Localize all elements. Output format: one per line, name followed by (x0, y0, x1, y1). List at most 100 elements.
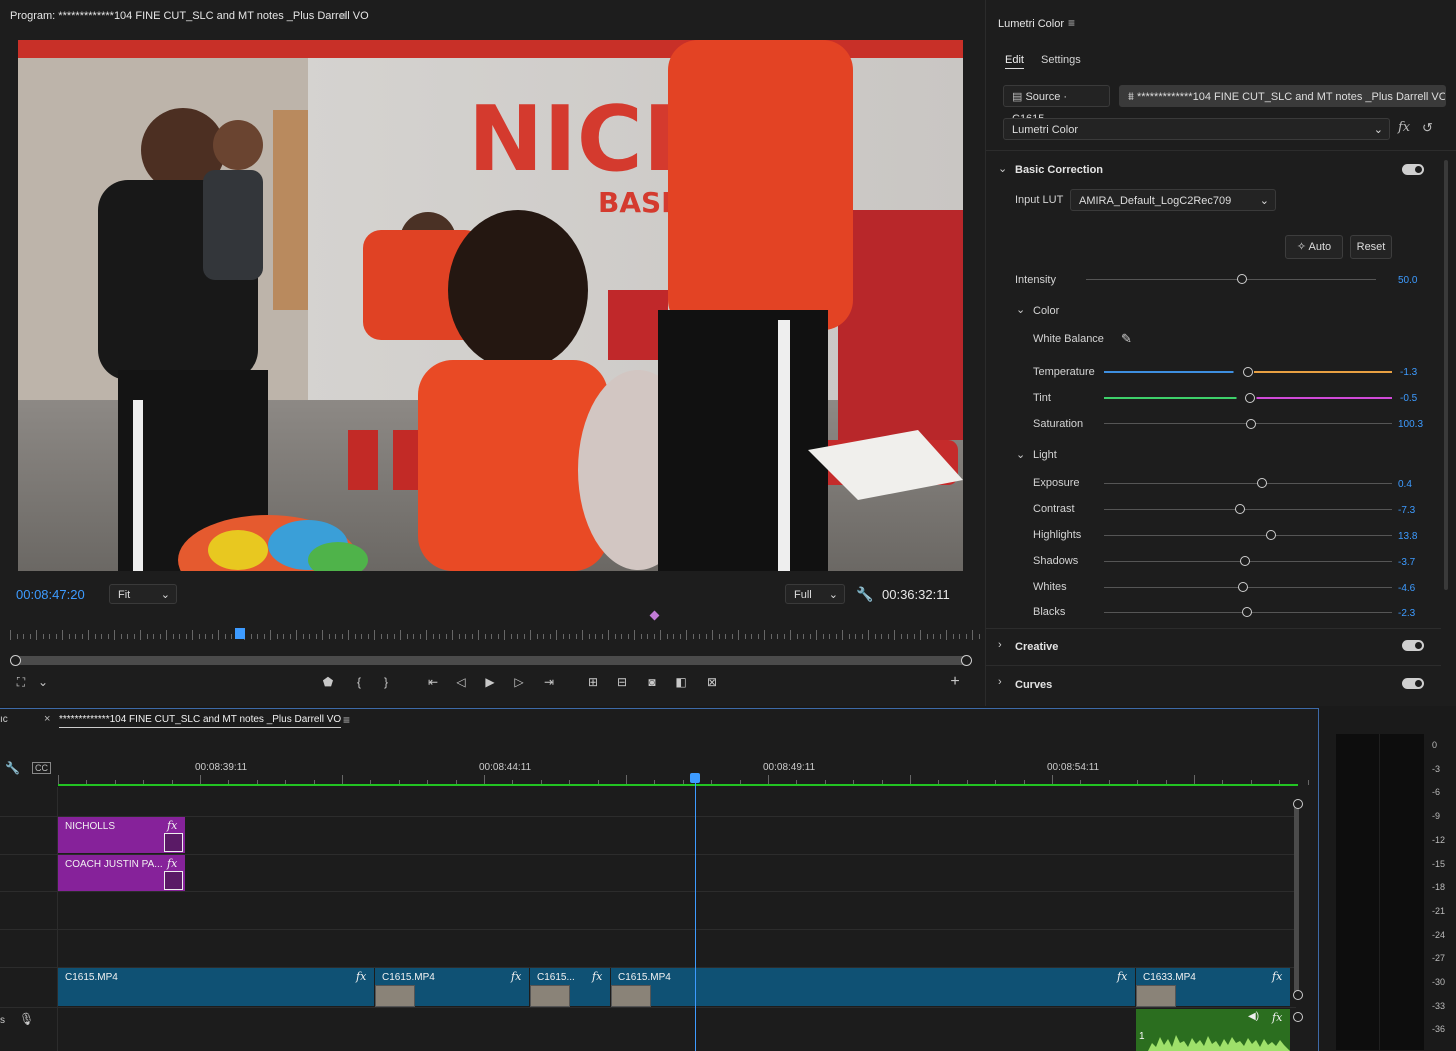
scroll-handle-left[interactable] (10, 655, 21, 666)
shadows-value[interactable]: -3.7 (1398, 557, 1415, 568)
whites-value[interactable]: -4.6 (1398, 583, 1415, 594)
timeline-vertical-scrollbar[interactable] (1294, 805, 1299, 995)
zoom-scrollbar[interactable] (14, 656, 968, 665)
audio-scroll-handle[interactable] (1293, 1012, 1303, 1022)
whites-slider[interactable] (1104, 587, 1392, 588)
go-to-out-icon[interactable]: ⇥ (540, 675, 558, 689)
shadows-slider-knob[interactable] (1240, 556, 1250, 566)
intensity-slider-knob[interactable] (1237, 274, 1247, 284)
proxy-toggle-icon[interactable]: ⊠ (703, 675, 721, 689)
light-section-header[interactable]: Light (1033, 449, 1057, 461)
add-button-icon[interactable]: + (946, 673, 964, 691)
temperature-value[interactable]: -1.3 (1400, 367, 1417, 378)
mark-out-icon[interactable]: } (377, 675, 395, 689)
close-tab-icon[interactable]: × (44, 713, 50, 725)
microphone-icon[interactable]: 🎙 (19, 1012, 34, 1026)
hamburger-icon[interactable]: ≡ (343, 713, 350, 727)
comparison-view-icon[interactable]: ◧ (672, 675, 690, 689)
current-timecode[interactable]: 00:08:47:20 (16, 587, 85, 602)
saturation-value[interactable]: 100.3 (1398, 419, 1423, 430)
go-to-in-icon[interactable]: ⇤ (424, 675, 442, 689)
exposure-slider[interactable] (1104, 483, 1392, 484)
wrench-icon[interactable]: 🔧 (5, 761, 20, 775)
color-section-header[interactable]: Color (1033, 305, 1059, 317)
audio-clip[interactable]: ◀) fx 1 (1136, 1009, 1290, 1051)
hamburger-icon[interactable]: ≡ (1068, 16, 1075, 30)
scroll-handle-right[interactable] (961, 655, 972, 666)
tint-slider-knob[interactable] (1245, 393, 1255, 403)
title-clip[interactable]: COACH JUSTIN PA... fx (58, 855, 185, 891)
video-clip[interactable]: C1615... fx (530, 968, 611, 1007)
highlights-slider[interactable] (1104, 535, 1392, 536)
chevron-down-icon[interactable]: ⌄ (998, 162, 1007, 175)
exposure-slider-knob[interactable] (1257, 478, 1267, 488)
play-icon[interactable]: ▶ (481, 675, 499, 689)
reset-effect-icon[interactable]: ↺ (1422, 120, 1433, 136)
tab-edit[interactable]: Edit (1005, 54, 1024, 69)
reset-button[interactable]: Reset (1350, 235, 1392, 259)
safe-margins-icon[interactable]: ⛶ (12, 675, 30, 690)
curves-header[interactable]: Curves (1015, 679, 1052, 691)
chevron-down-icon[interactable]: ⌄ (34, 675, 52, 689)
video-clip[interactable]: C1615.MP4 fx (58, 968, 375, 1006)
blacks-value[interactable]: -2.3 (1398, 608, 1415, 619)
marker-icon[interactable] (649, 610, 660, 621)
auto-button[interactable]: ✧ Auto (1285, 235, 1343, 259)
chevron-right-icon[interactable]: › (998, 639, 1002, 651)
saturation-slider-knob[interactable] (1246, 419, 1256, 429)
chevron-down-icon[interactable]: ⌄ (1016, 303, 1025, 316)
scroll-handle-bottom[interactable] (1293, 990, 1303, 1000)
wrench-icon[interactable]: 🔧 (856, 586, 873, 603)
zoom-fit-dropdown[interactable]: Fit ⌄ (109, 584, 177, 604)
camera-icon[interactable]: ◙ (643, 675, 661, 689)
fx-icon[interactable]: fx (1398, 120, 1410, 135)
captions-icon[interactable]: CC (32, 762, 51, 774)
playhead-icon[interactable] (235, 628, 245, 639)
creative-toggle[interactable] (1402, 640, 1424, 651)
chevron-down-icon[interactable]: ⌄ (1016, 448, 1025, 461)
intensity-value[interactable]: 50.0 (1398, 275, 1417, 286)
blacks-slider-knob[interactable] (1242, 607, 1252, 617)
video-clip[interactable]: C1615.MP4 fx (375, 968, 530, 1007)
sequence-tab[interactable]: *************104 FINE CUT_SLC and MT not… (59, 714, 342, 728)
tint-value[interactable]: -0.5 (1400, 393, 1417, 404)
whites-slider-knob[interactable] (1238, 582, 1248, 592)
hamburger-icon[interactable]: ≡ (340, 9, 347, 23)
video-clip[interactable]: C1615.MP4 fx (611, 968, 1136, 1007)
video-clip[interactable]: C1633.MP4 fx (1136, 968, 1291, 1007)
step-back-icon[interactable]: ◁ (452, 675, 470, 689)
tab-settings[interactable]: Settings (1041, 54, 1081, 66)
work-area-bar[interactable] (58, 784, 1298, 786)
step-forward-icon[interactable]: ▷ (510, 675, 528, 689)
exposure-value[interactable]: 0.4 (1398, 479, 1412, 490)
input-lut-dropdown[interactable]: AMIRA_Default_LogC2Rec709 ⌄ (1070, 189, 1276, 211)
timeline-playhead-line[interactable] (695, 781, 696, 1051)
eyedropper-icon[interactable]: ✎ (1121, 331, 1132, 347)
highlights-slider-knob[interactable] (1266, 530, 1276, 540)
temperature-slider-knob[interactable] (1243, 367, 1253, 377)
time-ruler[interactable] (10, 628, 980, 642)
sequence-clip-selector[interactable]: ⩩ *************104 FINE CUT_SLC and MT n… (1119, 85, 1446, 107)
contrast-slider[interactable] (1104, 509, 1392, 510)
basic-correction-header[interactable]: Basic Correction (1015, 164, 1103, 176)
contrast-slider-knob[interactable] (1235, 504, 1245, 514)
prev-tab-fragment[interactable]: ıc (0, 714, 8, 725)
extract-icon[interactable]: ⊟ (613, 675, 631, 689)
intensity-slider[interactable] (1086, 279, 1376, 280)
effect-instance-dropdown[interactable]: Lumetri Color ⌄ (1003, 118, 1390, 140)
resolution-dropdown[interactable]: Full ⌄ (785, 584, 845, 604)
mark-in-icon[interactable]: { (350, 675, 368, 689)
lumetri-scrollbar[interactable] (1444, 160, 1448, 590)
contrast-value[interactable]: -7.3 (1398, 505, 1415, 516)
scroll-handle-top[interactable] (1293, 799, 1303, 809)
source-clip-selector[interactable]: ▤ Source · C1615... (1003, 85, 1110, 125)
add-marker-icon[interactable]: ⬟ (319, 675, 337, 689)
creative-header[interactable]: Creative (1015, 641, 1058, 653)
title-clip[interactable]: NICHOLLS fx (58, 817, 185, 853)
highlights-value[interactable]: 13.8 (1398, 531, 1417, 542)
basic-correction-toggle[interactable] (1402, 164, 1424, 175)
lift-icon[interactable]: ⊞ (584, 675, 602, 689)
ruler-tick (114, 630, 115, 640)
chevron-right-icon[interactable]: › (998, 676, 1002, 688)
curves-toggle[interactable] (1402, 678, 1424, 689)
